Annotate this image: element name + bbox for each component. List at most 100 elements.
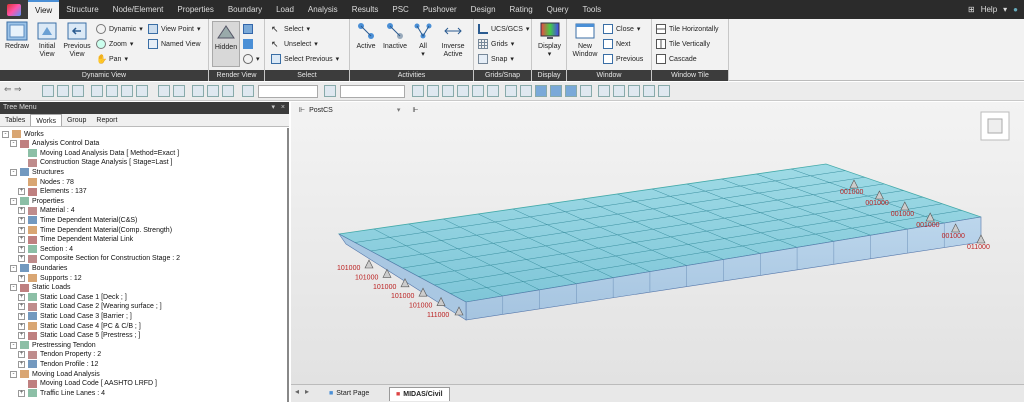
dynamic-button[interactable]: Dynamic ▾ (96, 23, 143, 35)
tree-node[interactable]: - Moving Load Analysis (10, 369, 100, 379)
tree-node[interactable]: + Supports : 12 (18, 273, 82, 283)
tool-render-icon[interactable] (535, 85, 547, 97)
tree-node[interactable]: - Works (2, 129, 44, 139)
next-window-button[interactable]: Next (603, 38, 630, 50)
tree-node[interactable]: + Static Load Case 1 [Deck ; ] (18, 292, 127, 302)
expand-icon[interactable]: + (18, 312, 25, 320)
tree-node[interactable]: - Prestressing Tendon (10, 340, 96, 350)
menu-rating[interactable]: Rating (503, 0, 540, 19)
tool-polygon-icon[interactable] (72, 85, 84, 97)
expand-icon[interactable]: + (18, 226, 25, 234)
collapse-icon[interactable]: - (10, 264, 17, 272)
tile-vertically-button[interactable]: Tile Vertically (656, 38, 710, 50)
expand-icon[interactable]: + (18, 274, 25, 282)
tool-unselect-icon[interactable] (192, 85, 204, 97)
menu-properties[interactable]: Properties (170, 0, 220, 19)
tool-move-icon[interactable] (207, 85, 219, 97)
collapse-icon[interactable]: - (10, 168, 17, 176)
menu-view[interactable]: View (28, 0, 60, 19)
app-menu-button[interactable] (0, 0, 28, 19)
collapse-icon[interactable]: - (10, 140, 17, 148)
tree-node[interactable]: - Boundaries (10, 263, 67, 273)
expand-icon[interactable]: + (18, 293, 25, 301)
expand-icon[interactable]: + (18, 351, 25, 359)
collapse-icon[interactable]: - (2, 130, 9, 138)
tool-zoom-window-icon[interactable] (520, 85, 532, 97)
menu-boundary[interactable]: Boundary (221, 0, 269, 19)
tree-node[interactable]: + Time Dependent Material(C&S) (18, 215, 137, 225)
collapse-icon[interactable]: - (10, 197, 17, 205)
tree-node[interactable]: + Tendon Property : 2 (18, 350, 101, 360)
toolbar-combo-box[interactable] (340, 85, 405, 98)
menu-pushover[interactable]: Pushover (416, 0, 464, 19)
tool-node-icon[interactable] (91, 85, 103, 97)
pan-button[interactable]: ✋ Pan ▾ (96, 53, 128, 65)
view-cube-icon[interactable] (980, 111, 1010, 141)
zoom-button[interactable]: Zoom ▾ (96, 38, 133, 50)
tool-plane-icon[interactable] (121, 85, 133, 97)
tool-view5-icon[interactable] (472, 85, 484, 97)
named-view-button[interactable]: Named View (148, 38, 201, 50)
menu-tools[interactable]: Tools (575, 0, 608, 19)
ucs-gcs-button[interactable]: UCS/GCS ▾ (478, 23, 529, 35)
menu-query[interactable]: Query (540, 0, 576, 19)
tool-cursor-icon[interactable] (324, 85, 336, 97)
snap-button[interactable]: Snap ▾ (478, 53, 514, 65)
new-window-button[interactable]: New Window (570, 21, 600, 59)
tree-node[interactable]: + Material : 4 (18, 206, 75, 216)
render-shade-button[interactable] (243, 23, 253, 35)
tree-pin-icon[interactable]: ▾ (271, 102, 275, 114)
tree-node[interactable]: + Static Load Case 2 [Wearing surface ; ] (18, 302, 162, 312)
inactive-button[interactable]: Inactive (380, 21, 410, 51)
tree-node[interactable]: + Time Dependent Material(Comp. Strength) (18, 225, 172, 235)
tool-volume-icon[interactable] (136, 85, 148, 97)
tree-node[interactable]: + Static Load Case 4 [PC & C/B ; ] (18, 321, 141, 331)
tool-element-icon[interactable] (106, 85, 118, 97)
tab-start-page[interactable]: ■ Start Page (323, 387, 375, 401)
tab-report[interactable]: Report (91, 114, 122, 126)
tree-node[interactable]: - Analysis Control Data (10, 139, 99, 149)
tab-scroll-right-icon[interactable]: ▸ (305, 387, 309, 396)
display-button[interactable]: Display ▾ (535, 21, 564, 59)
ribbon-minimize-icon[interactable]: ⊞ (968, 5, 975, 14)
initial-view-button[interactable]: Initial View (33, 21, 61, 59)
tab-scroll-left-icon[interactable]: ◂ (295, 387, 299, 396)
previous-window-button[interactable]: Previous (603, 53, 643, 65)
menu-analysis[interactable]: Analysis (301, 0, 345, 19)
toolbar-arrows-icon[interactable]: ⇐ ⇒ (4, 84, 22, 95)
previous-view-button[interactable]: Previous View (62, 21, 92, 59)
tree-node[interactable]: + Time Dependent Material Link (18, 235, 133, 245)
expand-icon[interactable]: + (18, 216, 25, 224)
menu-load[interactable]: Load (269, 0, 301, 19)
view-point-button[interactable]: View Point ▾ (148, 23, 200, 35)
tool-view2-icon[interactable] (427, 85, 439, 97)
menu-node-element[interactable]: Node/Element (106, 0, 171, 19)
tab-tables[interactable]: Tables (0, 114, 30, 126)
tree-close-icon[interactable]: × (281, 102, 285, 114)
collapse-icon[interactable]: - (10, 370, 17, 378)
expand-icon[interactable]: + (18, 207, 25, 215)
tree-node[interactable]: Nodes : 78 (18, 177, 74, 187)
tool-node-number-icon[interactable] (598, 85, 610, 97)
tool-select-icon[interactable] (42, 85, 54, 97)
render-light-button[interactable] (243, 38, 253, 50)
menu-results[interactable]: Results (345, 0, 386, 19)
help-chevron-icon[interactable]: ▾ (1003, 5, 1007, 14)
tool-undo-icon[interactable] (222, 85, 234, 97)
tool-display-icon[interactable] (628, 85, 640, 97)
tool-query-icon[interactable] (158, 85, 170, 97)
toolbar-select-box[interactable] (258, 85, 318, 98)
select-button[interactable]: ↖ Select ▾ (271, 23, 310, 35)
tool-view6-icon[interactable] (487, 85, 499, 97)
tool-view3-icon[interactable] (442, 85, 454, 97)
expand-icon[interactable]: + (18, 188, 25, 196)
tab-group[interactable]: Group (62, 114, 91, 126)
tool-lock-icon[interactable] (643, 85, 655, 97)
collapse-icon[interactable]: - (10, 341, 17, 349)
expand-icon[interactable]: + (18, 236, 25, 244)
tool-zoom-fit-icon[interactable] (505, 85, 517, 97)
tree-node[interactable]: - Properties (10, 196, 64, 206)
tree-node[interactable]: + Traffic Line Lanes : 4 (18, 388, 105, 398)
collapse-icon[interactable]: - (10, 284, 17, 292)
tree-node[interactable]: + Static Load Case 5 [Prestress ; ] (18, 331, 140, 341)
